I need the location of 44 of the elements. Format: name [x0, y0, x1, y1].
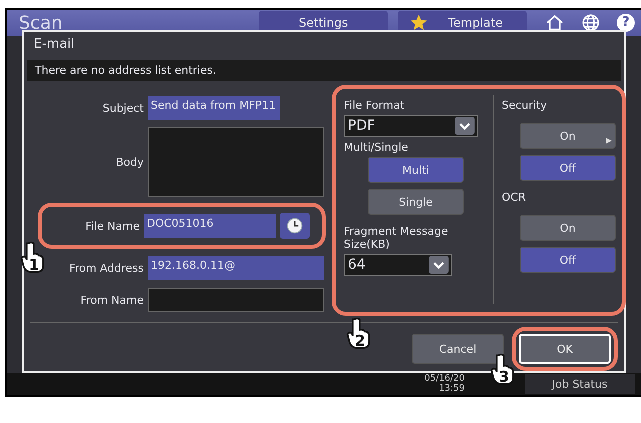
- field-label: Subject: [102, 102, 144, 114]
- pointing-hand-icon: [20, 241, 46, 274]
- date-text: 05/16/20: [424, 374, 465, 384]
- clock-button[interactable]: [280, 213, 310, 239]
- option-button[interactable]: On: [520, 123, 616, 149]
- cancel-button[interactable]: Cancel: [412, 334, 504, 364]
- dropdown[interactable]: 64: [344, 254, 452, 276]
- globe-icon[interactable]: [581, 13, 601, 33]
- time-text: 13:59: [439, 384, 465, 394]
- help-button[interactable]: ?: [617, 14, 635, 32]
- callout-number: 1: [29, 256, 40, 274]
- message-text: There are no address list entries.: [27, 60, 621, 81]
- option-button[interactable]: On: [520, 215, 616, 241]
- option-button[interactable]: Off: [520, 247, 616, 273]
- star-icon: [410, 14, 428, 32]
- chevron-icon: [428, 256, 450, 274]
- dialog-title: E-mail: [33, 36, 76, 54]
- option-button[interactable]: Single: [368, 189, 464, 215]
- field-label: From Name: [80, 294, 144, 306]
- input-field[interactable]: 192.168.0.11@: [148, 256, 324, 280]
- home-icon[interactable]: [545, 13, 565, 33]
- field-label: Body: [116, 156, 144, 168]
- input-field[interactable]: [148, 288, 324, 312]
- field-label: Fragment Message Size(KB): [344, 225, 450, 251]
- field-label: OCR: [502, 191, 526, 204]
- callout-number: 2: [355, 332, 366, 350]
- ok-button[interactable]: OK: [519, 334, 611, 364]
- input-field[interactable]: Send data from MFP11: [148, 96, 280, 120]
- input-field[interactable]: DOC051016: [144, 214, 276, 238]
- callout-number: 3: [499, 368, 510, 386]
- pointing-hand-icon: [346, 317, 372, 350]
- chevron-icon: [454, 117, 476, 135]
- field-label: Multi/Single: [344, 141, 408, 154]
- input-field[interactable]: [148, 127, 324, 197]
- field-label: File Format: [344, 99, 405, 112]
- dropdown[interactable]: PDF: [344, 115, 478, 137]
- screen-title: Scan: [19, 12, 63, 34]
- clock-icon: [286, 217, 304, 235]
- field-label: File Name: [86, 220, 140, 232]
- field-label: From Address: [69, 262, 144, 274]
- option-button[interactable]: Multi: [368, 157, 464, 183]
- option-button[interactable]: Off: [520, 155, 616, 181]
- field-label: Security: [502, 99, 548, 112]
- job-status-button[interactable]: Job Status: [525, 374, 635, 394]
